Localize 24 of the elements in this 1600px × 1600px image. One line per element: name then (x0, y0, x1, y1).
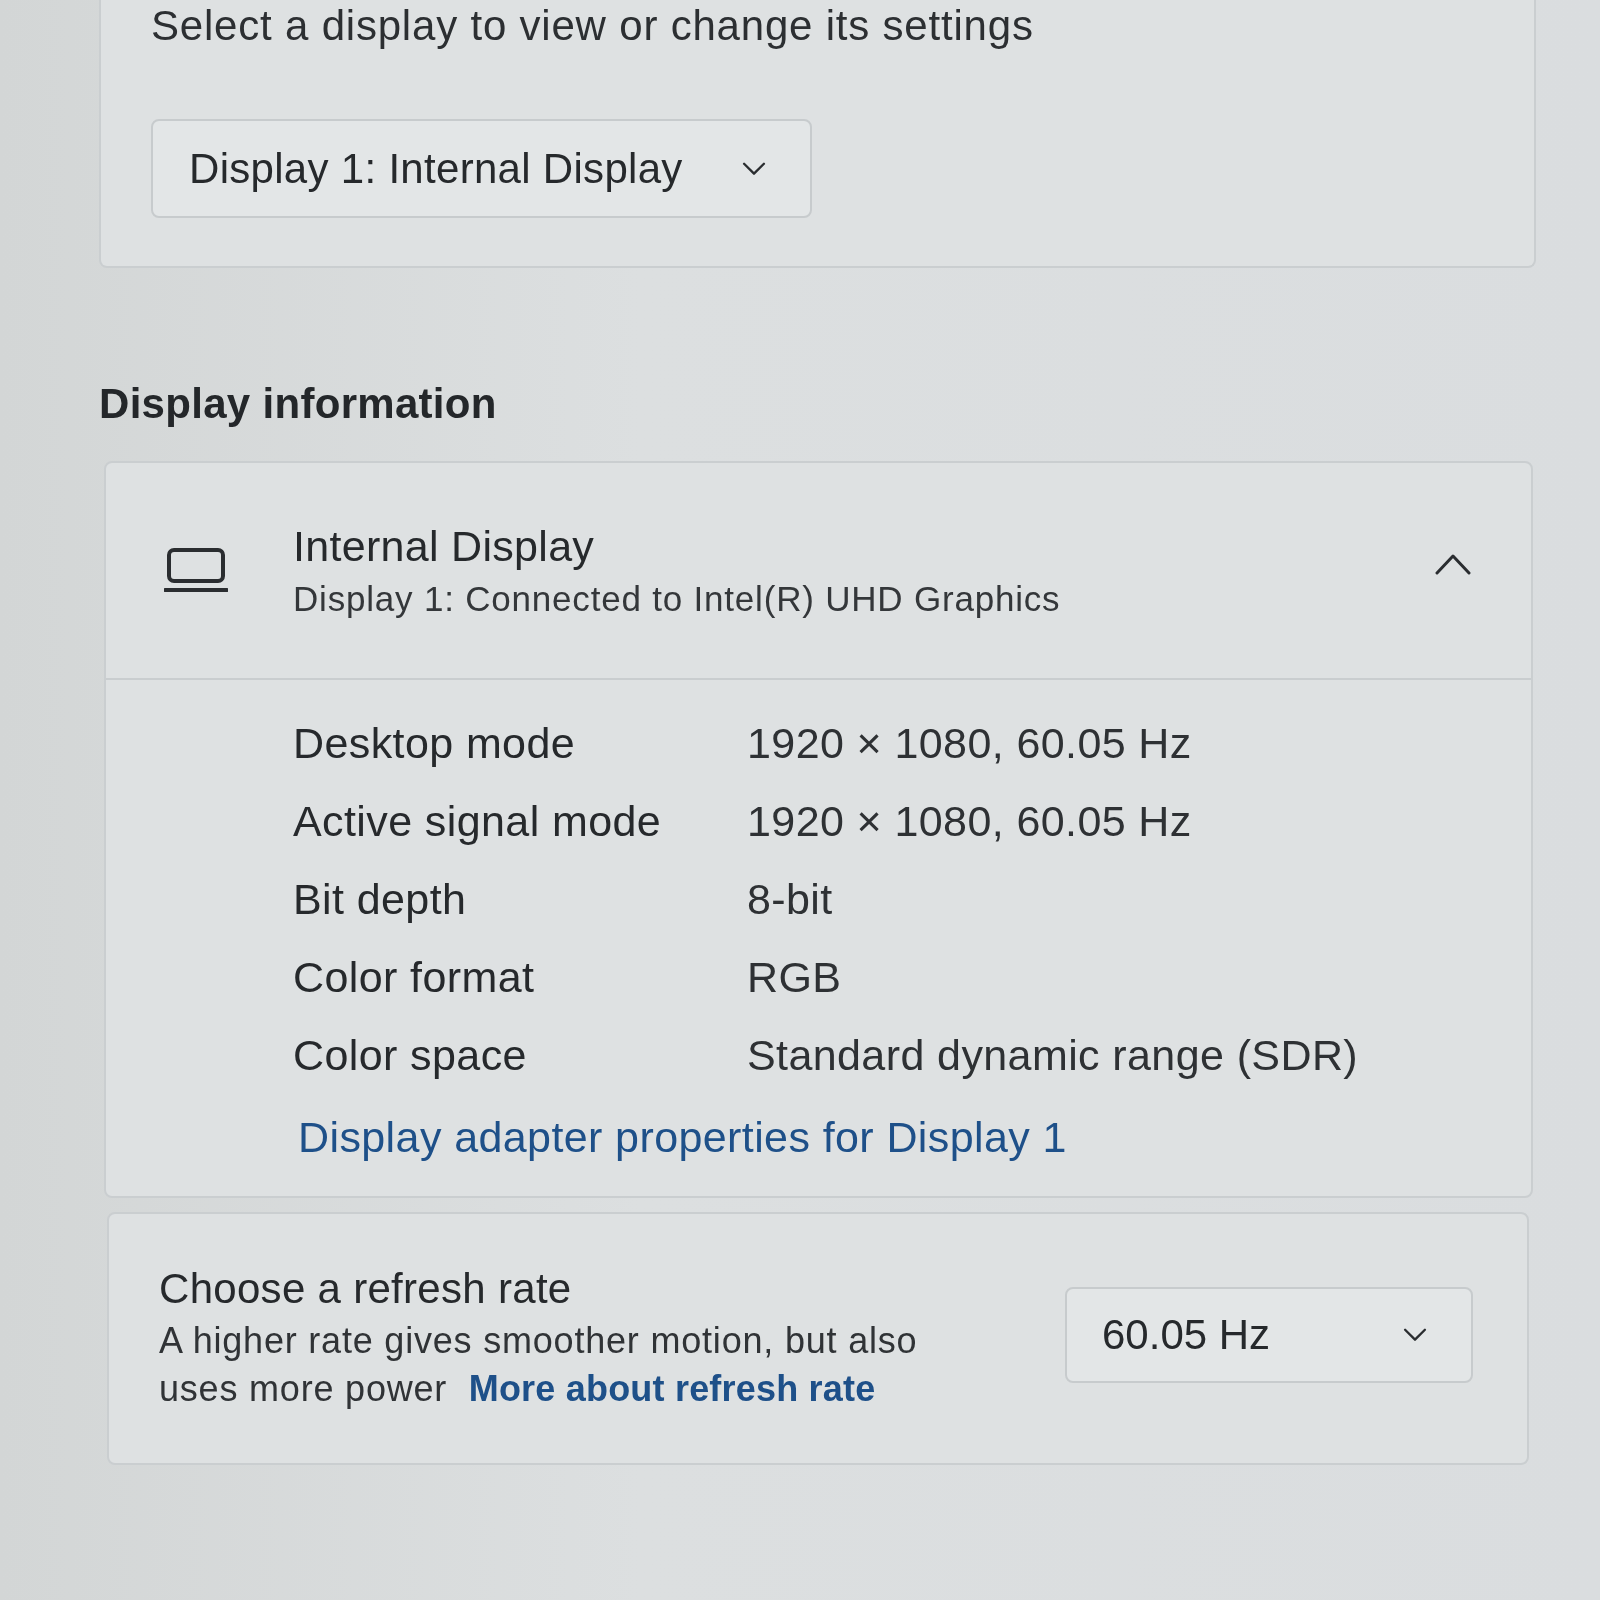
chevron-up-icon[interactable] (1435, 552, 1471, 575)
info-value: 1920 × 1080, 60.05 Hz (747, 718, 1192, 768)
info-value: RGB (747, 952, 842, 1002)
info-label: Bit depth (293, 874, 467, 924)
info-label: Color format (293, 952, 535, 1002)
info-value: Standard dynamic range (SDR) (747, 1030, 1359, 1080)
info-label: Desktop mode (293, 718, 576, 768)
display-title: Internal Display (293, 520, 596, 571)
section-heading: Display information (99, 379, 497, 429)
select-display-label: Select a display to view or change its settings (151, 3, 1035, 49)
info-label: Active signal mode (293, 796, 662, 846)
chevron-down-icon (742, 161, 766, 176)
info-value: 8-bit (747, 874, 833, 924)
laptop-icon (164, 548, 228, 593)
display-subtitle: Display 1: Connected to Intel(R) UHD Graphics (293, 577, 1062, 620)
adapter-properties-link[interactable]: Display adapter properties for Display 1 (298, 1112, 1067, 1162)
info-label: Color space (293, 1030, 527, 1080)
refresh-rate-dropdown[interactable]: 60.05 Hz (1065, 1286, 1473, 1383)
refresh-rate-title: Choose a refresh rate (159, 1264, 573, 1313)
chevron-down-icon (1403, 1327, 1427, 1342)
display-dropdown[interactable]: Display 1: Internal Display (151, 119, 812, 218)
info-value: 1920 × 1080, 60.05 Hz (747, 796, 1192, 846)
more-about-refresh-link[interactable]: More about refresh rate (468, 1367, 876, 1409)
refresh-rate-description: A higher rate gives smoother motion, but also uses more power More about refresh rate (159, 1318, 919, 1411)
